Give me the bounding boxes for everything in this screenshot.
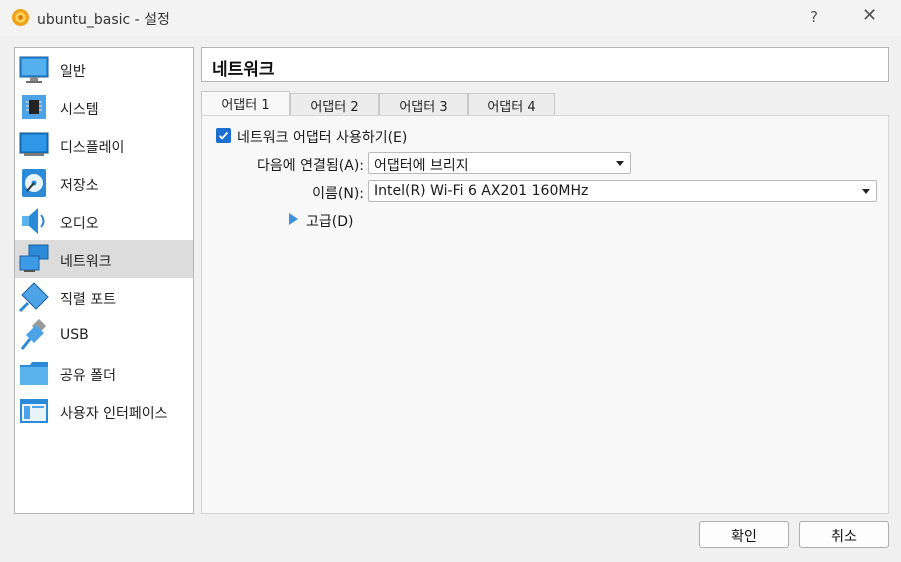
serial-port-icon — [18, 282, 49, 313]
sidebar-item-system[interactable]: 시스템 — [15, 88, 193, 126]
sidebar-item-user-interface[interactable]: 사용자 인터페이스 — [15, 392, 193, 430]
sidebar-item-label: 공유 폴더 — [60, 368, 116, 384]
chevron-down-icon — [616, 161, 624, 166]
cancel-button[interactable]: 취소 — [799, 521, 889, 548]
enable-adapter-checkbox[interactable] — [216, 128, 231, 143]
usb-icon — [20, 319, 47, 350]
sidebar-item-usb[interactable]: USB — [15, 316, 193, 354]
storage-icon — [22, 169, 46, 197]
general-icon — [19, 56, 49, 83]
sidebar-item-storage[interactable]: 저장소 — [15, 164, 193, 202]
adapter-name-label: 이름(N): — [312, 186, 364, 202]
settings-page: 네트워크 어댑터 1 어댑터 2 어댑터 3 어댑터 4 네트워크 어댑터 사용… — [201, 47, 889, 514]
network-icon — [19, 244, 49, 272]
sidebar-item-display[interactable]: 디스플레이 — [15, 126, 193, 164]
sidebar-item-audio[interactable]: 오디오 — [15, 202, 193, 240]
sidebar-item-label: 시스템 — [60, 102, 99, 118]
sidebar-item-label: 사용자 인터페이스 — [60, 406, 168, 422]
adapter-name-select[interactable]: Intel(R) Wi-Fi 6 AX201 160MHz — [368, 180, 877, 202]
sidebar-item-shared-folders[interactable]: 공유 폴더 — [15, 354, 193, 392]
settings-category-list: 일반 시스템 디스플레이 저장소 오디오 네트워크 직렬 포트 USB 공유 폴… — [14, 47, 194, 514]
tab-adapter-4[interactable]: 어댑터 4 — [468, 93, 555, 115]
tab-adapter-3[interactable]: 어댑터 3 — [379, 93, 468, 115]
sidebar-item-serial-port[interactable]: 직렬 포트 — [15, 278, 193, 316]
tab-adapter-1[interactable]: 어댑터 1 — [201, 91, 290, 116]
ok-button[interactable]: 확인 — [699, 521, 789, 548]
enable-adapter-label: 네트워크 어댑터 사용하기(E) — [237, 130, 408, 146]
sidebar-item-label: 디스플레이 — [60, 140, 125, 156]
attached-to-select[interactable]: 어댑터에 브리지 — [368, 152, 631, 174]
sidebar-item-label: 저장소 — [60, 178, 99, 194]
sidebar-item-network[interactable]: 네트워크 — [15, 240, 193, 278]
system-icon — [22, 95, 46, 119]
advanced-toggle[interactable]: 고급(D) — [306, 211, 353, 231]
shared-folder-icon — [20, 362, 48, 385]
attached-to-value: 어댑터에 브리지 — [374, 158, 469, 174]
user-interface-icon — [20, 399, 48, 423]
sidebar-item-label: USB — [60, 327, 89, 343]
sidebar-item-label: 오디오 — [60, 216, 99, 232]
close-button[interactable]: ✕ — [862, 5, 877, 26]
adapter-settings-panel: 네트워크 어댑터 사용하기(E) 다음에 연결됨(A): 어댑터에 브리지 이름… — [201, 115, 889, 514]
checkmark-icon — [218, 131, 229, 140]
window-title: ubuntu_basic - 설정 — [37, 12, 170, 28]
help-button[interactable]: ? — [810, 8, 818, 26]
title-bar: ubuntu_basic - 설정 ? ✕ — [0, 0, 901, 36]
sidebar-item-general[interactable]: 일반 — [15, 50, 193, 88]
sidebar-item-label: 네트워크 — [60, 254, 112, 270]
display-icon — [19, 132, 49, 156]
chevron-down-icon — [862, 189, 870, 194]
sidebar-item-label: 직렬 포트 — [60, 292, 116, 308]
expand-arrow-icon[interactable] — [289, 213, 298, 225]
virtualbox-app-icon — [11, 8, 30, 27]
sidebar-item-label: 일반 — [60, 64, 86, 80]
tab-adapter-2[interactable]: 어댑터 2 — [290, 93, 379, 115]
page-title: 네트워크 — [201, 47, 889, 82]
audio-icon — [22, 208, 45, 234]
adapter-name-value: Intel(R) Wi-Fi 6 AX201 160MHz — [374, 183, 589, 199]
attached-to-label: 다음에 연결됨(A): — [257, 158, 364, 174]
